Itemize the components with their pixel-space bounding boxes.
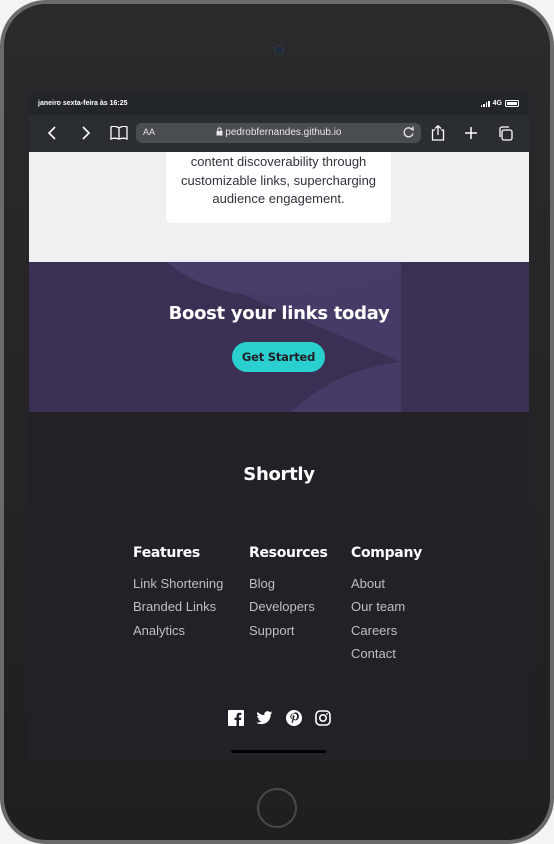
tabs-button[interactable] [495,123,515,143]
footer-link[interactable]: Branded Links [133,599,223,622]
footer-link[interactable]: Contact [351,646,422,669]
boost-section: Boost your links today Get Started [29,262,529,412]
reload-icon [403,126,414,138]
forward-button[interactable] [75,123,95,143]
twitter-icon[interactable] [256,709,273,726]
statistics-section: content discoverability through customiz… [29,152,529,262]
bookmarks-button[interactable] [109,123,129,143]
footer-column-company: Company About Our team Careers Contact [351,545,422,669]
boost-title: Boost your links today [168,303,390,324]
footer-link[interactable]: Link Shortening [133,576,223,599]
lock-icon [216,127,222,136]
new-tab-button[interactable] [461,123,481,143]
feature-card-text: content discoverability through customiz… [166,153,391,209]
pinterest-icon[interactable] [285,709,302,726]
status-time: janeiro sexta-feira às 16:25 [38,100,128,107]
footer-link[interactable]: Developers [249,599,328,622]
address-bar[interactable]: AA pedrobfernandes.github.io [136,123,421,143]
home-button[interactable] [257,788,297,828]
footer-column-resources: Resources Blog Developers Support [249,545,328,646]
reload-button[interactable] [402,125,415,142]
screen: janeiro sexta-feira às 16:25 4G AA pedro… [29,93,529,760]
feature-card-line: audience engagement. [212,191,345,206]
status-indicators: 4G [480,100,519,107]
url-text: pedrobfernandes.github.io [225,127,342,138]
feature-card-line: customizable links, supercharging [180,172,377,188]
book-icon [110,126,128,140]
footer-link[interactable]: About [351,576,422,599]
url-display: pedrobfernandes.github.io [136,127,421,138]
footer-link[interactable]: Support [249,623,328,646]
home-indicator [231,750,326,753]
status-bar: janeiro sexta-feira às 16:25 4G [29,93,529,115]
feature-card-line: content discoverability through [190,154,367,169]
browser-toolbar: AA pedrobfernandes.github.io [29,115,529,152]
footer-column-title: Features [133,545,200,561]
footer: Shortly Features Link Shortening Branded… [29,412,529,760]
chevron-left-icon [47,126,56,140]
facebook-icon[interactable] [227,709,244,726]
feature-card: content discoverability through customiz… [166,152,391,223]
plus-icon [465,127,477,139]
share-button[interactable] [428,123,448,143]
battery-icon [505,100,519,107]
footer-column-title: Company [351,545,422,561]
footer-link[interactable]: Analytics [133,623,223,646]
boost-background-shapes [167,262,401,412]
footer-link[interactable]: Our team [351,599,422,622]
tabs-icon [498,125,513,141]
back-button[interactable] [43,123,63,143]
camera-dot [275,46,283,54]
signal-icon [480,100,490,107]
footer-column-features: Features Link Shortening Branded Links A… [133,545,223,646]
instagram-icon[interactable] [314,709,331,726]
social-links [29,709,529,726]
footer-column-title: Resources [249,545,328,561]
share-icon [431,125,445,141]
chevron-right-icon [82,126,91,140]
footer-link[interactable]: Blog [249,576,328,599]
network-label: 4G [492,100,502,107]
footer-link[interactable]: Careers [351,623,422,646]
get-started-button[interactable]: Get Started [232,342,325,372]
ipad-device-frame: janeiro sexta-feira às 16:25 4G AA pedro… [0,0,554,844]
footer-logo[interactable]: Shortly [29,464,529,485]
